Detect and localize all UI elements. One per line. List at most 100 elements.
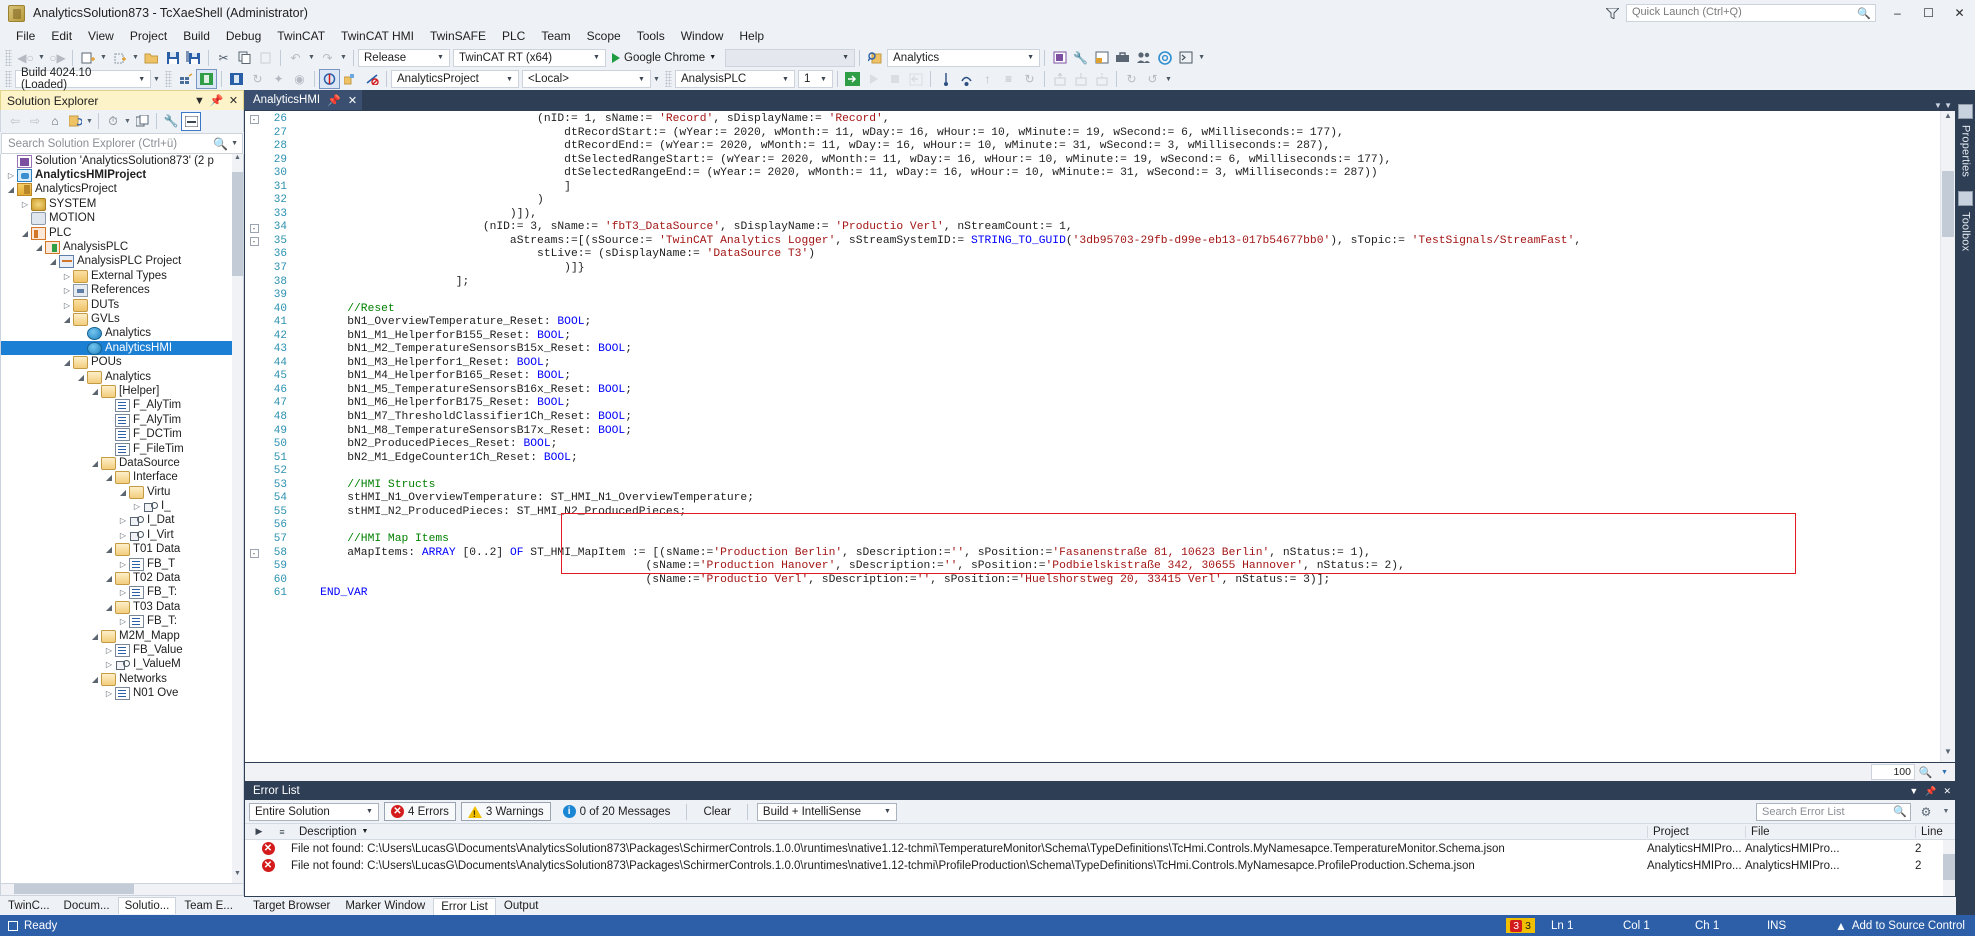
- tree-item[interactable]: ▷ I_Dat: [1, 514, 243, 528]
- expander-open-icon[interactable]: ◢: [47, 257, 59, 266]
- tree-item[interactable]: . MOTION: [1, 212, 243, 226]
- build-error-badge[interactable]: 3 3: [1506, 918, 1535, 933]
- bottom-dock-tab[interactable]: Target Browser: [246, 898, 337, 914]
- expander-open-icon[interactable]: ◢: [103, 603, 115, 612]
- error-list-scrollbar[interactable]: [1943, 840, 1955, 896]
- chevron-down-icon[interactable]: ▼: [192, 95, 207, 107]
- expander-open-icon[interactable]: ◢: [117, 488, 129, 497]
- expander-open-icon[interactable]: ◢: [61, 358, 73, 367]
- expander-closed-icon[interactable]: ▷: [117, 588, 129, 597]
- expander-closed-icon[interactable]: ▷: [117, 516, 129, 525]
- release-force-icon[interactable]: [1091, 69, 1112, 89]
- expander-closed-icon[interactable]: ▷: [117, 560, 129, 569]
- sync-dropdown-icon[interactable]: ▼: [85, 112, 94, 131]
- expander-open-icon[interactable]: ◢: [61, 315, 73, 324]
- tree-item[interactable]: ◢ Analytics: [1, 370, 243, 384]
- toolbar2-overflow[interactable]: ▼: [1163, 69, 1174, 89]
- disconnect-icon[interactable]: [361, 69, 382, 89]
- fold-gutter[interactable]: - - - -: [245, 111, 263, 762]
- zoom-dropdown-icon[interactable]: ▼: [1936, 764, 1953, 780]
- pin-icon[interactable]: 📌: [1925, 786, 1936, 797]
- expander-open-icon[interactable]: ◢: [89, 459, 101, 468]
- error-list-options-icon[interactable]: ⚙: [1916, 802, 1936, 821]
- code-line[interactable]: ];: [293, 276, 1940, 290]
- code-line[interactable]: dtRecordStart:= (wYear:= 2020, wMonth:= …: [293, 127, 1940, 141]
- tree-scroll-thumb[interactable]: [232, 172, 243, 276]
- tree-item[interactable]: . F_AlyTim: [1, 413, 243, 427]
- code-line[interactable]: bN1_M6_HelperforB175_Reset: BOOL;: [293, 397, 1940, 411]
- fold-toggle[interactable]: -: [245, 113, 263, 127]
- expander-open-icon[interactable]: ◢: [89, 675, 101, 684]
- tree-horizontal-scrollbar[interactable]: [0, 884, 244, 896]
- editor-vertical-scrollbar[interactable]: ▲ ▼: [1940, 111, 1955, 762]
- step-into-icon[interactable]: ≡: [998, 69, 1019, 89]
- expander-open-icon[interactable]: ◢: [103, 545, 115, 554]
- choose-target-system-icon[interactable]: [319, 69, 340, 89]
- chevron-down-icon[interactable]: ▼: [1909, 786, 1918, 796]
- save-icon[interactable]: [162, 48, 183, 68]
- code-line[interactable]: bN1_M4_HelperforB165_Reset: BOOL;: [293, 370, 1940, 384]
- properties-icon[interactable]: 🔧: [161, 112, 181, 131]
- collapse-icon[interactable]: -: [249, 548, 259, 558]
- menu-twinsafe[interactable]: TwinSAFE: [422, 27, 494, 46]
- undo-icon[interactable]: ↶: [285, 48, 306, 68]
- restart-config-icon[interactable]: ↻: [247, 69, 268, 89]
- bottom-dock-tab[interactable]: Output: [497, 898, 546, 914]
- find-in-files-icon[interactable]: [864, 48, 885, 68]
- menu-edit[interactable]: Edit: [43, 27, 80, 46]
- expander-closed-icon[interactable]: ▷: [61, 272, 73, 281]
- menu-file[interactable]: File: [8, 27, 43, 46]
- add-item-dropdown[interactable]: ▼: [130, 48, 141, 68]
- maximize-button[interactable]: ☐: [1913, 0, 1944, 26]
- toolbar-grip-3[interactable]: [165, 71, 172, 87]
- error-list-search-input[interactable]: Search Error List 🔍: [1756, 802, 1911, 821]
- tree-item[interactable]: ◢ AnalysisPLC Project: [1, 255, 243, 269]
- code-line[interactable]: (sName:='Production Hanover', sDescripti…: [293, 560, 1940, 574]
- expander-closed-icon[interactable]: ▷: [5, 171, 17, 180]
- command-window-icon[interactable]: [1175, 48, 1196, 68]
- messages-filter-button[interactable]: i 0 of 20 Messages: [556, 802, 678, 821]
- menu-scope[interactable]: Scope: [579, 27, 629, 46]
- tree-item[interactable]: . Analytics: [1, 327, 243, 341]
- code-line[interactable]: aStreams:=[(sSource:= 'TwinCAT Analytics…: [293, 235, 1940, 249]
- editor-scroll-thumb[interactable]: [1942, 171, 1954, 237]
- code-line[interactable]: bN2_ProducedPieces_Reset: BOOL;: [293, 438, 1940, 452]
- home-icon[interactable]: ⌂: [45, 112, 65, 131]
- new-project-icon[interactable]: [77, 48, 98, 68]
- expander-closed-icon[interactable]: ▷: [117, 531, 129, 540]
- expander-open-icon[interactable]: ◢: [103, 574, 115, 583]
- expander-closed-icon[interactable]: ▷: [103, 660, 115, 669]
- expander-closed-icon[interactable]: ▷: [103, 646, 115, 655]
- object-browser-icon[interactable]: [1091, 48, 1112, 68]
- menu-project[interactable]: Project: [122, 27, 175, 46]
- reset-cold-icon[interactable]: ↻: [1019, 69, 1040, 89]
- code-line[interactable]: )]),: [293, 208, 1940, 222]
- sync-with-active-document-icon[interactable]: [65, 112, 85, 131]
- code-line[interactable]: [293, 465, 1940, 479]
- tree-item[interactable]: ◢ T02 Data: [1, 571, 243, 586]
- expander-closed-icon[interactable]: ▷: [103, 689, 115, 698]
- debug-target-combo[interactable]: ▼: [725, 48, 856, 67]
- bottom-dock-tab[interactable]: Error List: [433, 897, 496, 915]
- properties-rail-tab[interactable]: Properties: [1958, 119, 1974, 183]
- left-dock-tab[interactable]: TwinC...: [2, 897, 56, 914]
- collapse-all-icon[interactable]: [132, 112, 152, 131]
- tree-item[interactable]: ▷ I_Virt: [1, 528, 243, 542]
- scroll-down-arrow[interactable]: ▼: [232, 870, 243, 883]
- pin-icon[interactable]: 📌: [327, 94, 341, 107]
- code-line[interactable]: (nID:= 1, sName:= 'Record', sDisplayName…: [293, 113, 1940, 127]
- toolbar-grip[interactable]: [5, 49, 12, 66]
- file-col-header[interactable]: File: [1745, 825, 1915, 838]
- code-line[interactable]: bN1_OverviewTemperature_Reset: BOOL;: [293, 316, 1940, 330]
- code-line[interactable]: bN1_M1_HelperforB155_Reset: BOOL;: [293, 330, 1940, 344]
- properties-panel-icon[interactable]: [1958, 104, 1973, 119]
- tree-item[interactable]: ▷ DUTs: [1, 298, 243, 312]
- code-line[interactable]: [293, 289, 1940, 303]
- tree-item[interactable]: ▷ FB_Value: [1, 643, 243, 657]
- collapse-icon[interactable]: -: [249, 223, 259, 233]
- menu-tools[interactable]: Tools: [629, 27, 673, 46]
- tabstrip-overflow[interactable]: ▼ ▼: [1934, 101, 1956, 110]
- close-icon[interactable]: ✕: [1943, 786, 1951, 797]
- expander-open-icon[interactable]: ◢: [103, 473, 115, 482]
- paste-icon[interactable]: [255, 48, 276, 68]
